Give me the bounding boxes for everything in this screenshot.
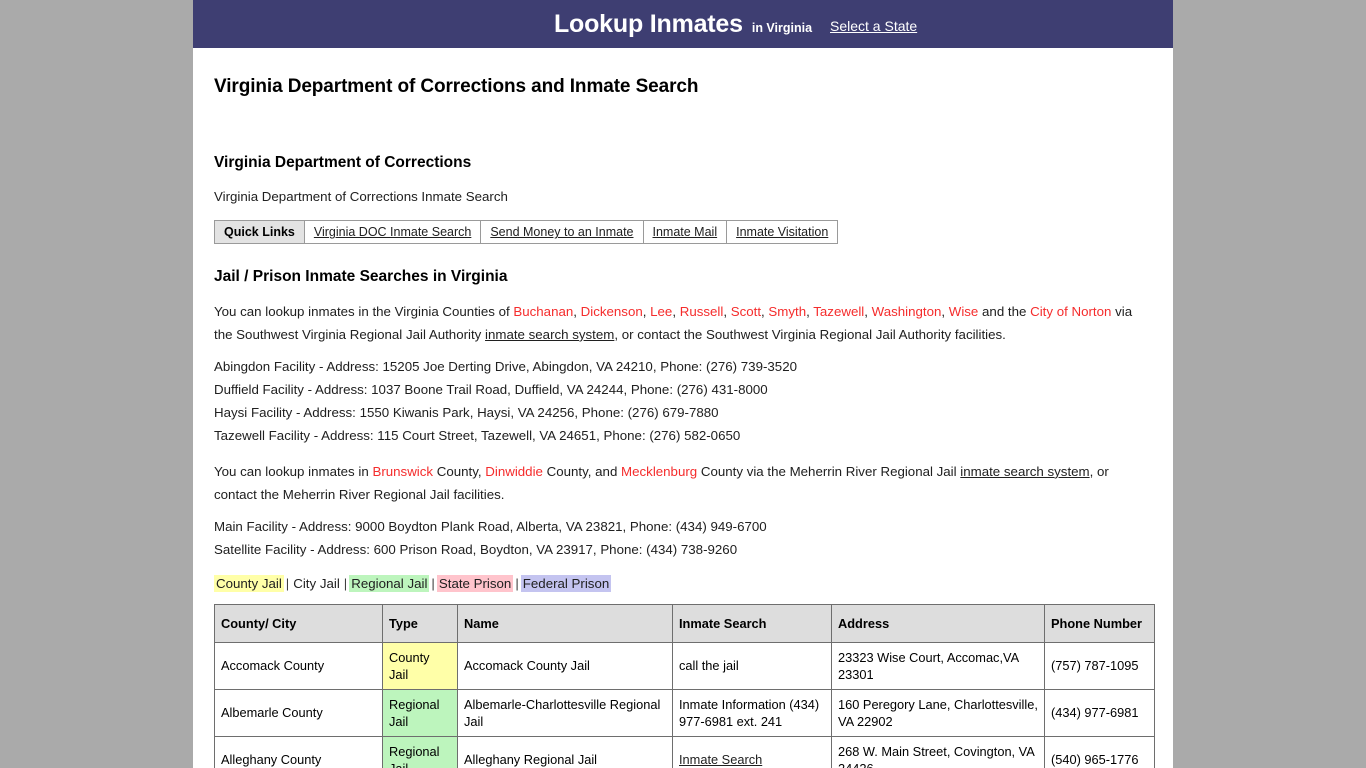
swvrja-inmate-search-system-link[interactable]: inmate search system — [485, 327, 614, 342]
column-header-county-city: County/ City — [214, 603, 383, 643]
quick-link-inmate-visitation[interactable]: Inmate Visitation — [727, 221, 837, 243]
swvrja-facility-haysi: Haysi Facility - Address: 1550 Kiwanis P… — [214, 404, 719, 420]
county-link-tazewell[interactable]: Tazewell — [813, 304, 864, 319]
cell-address: 268 W. Main Street, Covington, VA 24426 — [831, 735, 1045, 768]
swvrja-tail: , or contact the Southwest Virginia Regi… — [614, 326, 1006, 342]
county-link-buchanan[interactable]: Buchanan — [513, 304, 573, 319]
site-header: Lookup Inmates in Virginia Select a Stat… — [193, 0, 1173, 48]
county-link-brunswick[interactable]: Brunswick — [372, 464, 433, 479]
meherrin-facility-satellite: Satellite Facility - Address: 600 Prison… — [214, 541, 738, 557]
jail-type-legend: County Jail | City Jail | Regional Jail | Stat… — [214, 574, 1153, 593]
cell-inmate-search: Inmate Information (434) 977-6981 ext. 2… — [672, 688, 832, 737]
legend-city-jail: City Jail — [293, 575, 340, 591]
county-link-lee[interactable]: Lee — [650, 304, 672, 319]
brand: Lookup Inmates in Virginia — [553, 9, 813, 38]
meherrin-mid-3: County via the Meherrin River Regional J… — [697, 463, 961, 479]
cell-inmate-search: call the jail — [672, 641, 832, 690]
cell-county-city: Alleghany County — [214, 735, 383, 768]
quick-links-label: Quick Links — [215, 221, 305, 244]
swvrja-facility-list: Abingdon Facility - Address: 15205 Joe D… — [214, 355, 1153, 447]
legend-regional-jail: Regional Jail — [349, 574, 430, 592]
swvrja-mid-1: and the — [978, 303, 1031, 319]
table-row: Albemarle County Regional Jail Albemarle-C… — [214, 688, 1155, 737]
cell-type: Regional Jail — [382, 688, 458, 737]
main-content: Virginia Department of Corrections and I… — [193, 75, 1173, 768]
legend-county-jail: County Jail — [214, 574, 284, 592]
table-body: Accomack County County Jail Accomack Count… — [214, 641, 1155, 768]
cell-county-city: Accomack County — [214, 641, 383, 690]
county-link-russell[interactable]: Russell — [680, 304, 724, 319]
quick-links-bar: Quick Links Virginia DOC Inmate Search S… — [214, 220, 839, 245]
cell-type: Regional Jail — [382, 735, 458, 768]
cell-county-city: Albemarle County — [214, 688, 383, 737]
meherrin-paragraph: You can lookup inmates in Brunswick Coun… — [214, 460, 1153, 506]
city-link-norton[interactable]: City of Norton — [1030, 304, 1111, 319]
cell-name: Alleghany Regional Jail — [457, 735, 673, 768]
county-link-dinwiddie[interactable]: Dinwiddie — [485, 464, 543, 479]
meherrin-mid-2: County, and — [542, 463, 622, 479]
quick-link-inmate-mail[interactable]: Inmate Mail — [644, 221, 728, 244]
meherrin-inmate-search-system-link[interactable]: inmate search system — [960, 464, 1089, 479]
cell-address: 160 Peregory Lane, Charlottesville, VA 2… — [831, 688, 1045, 737]
column-header-name: Name — [457, 603, 673, 643]
swvrja-facility-duffield: Duffield Facility - Address: 1037 Boone … — [214, 381, 768, 397]
county-link-mecklenburg[interactable]: Mecklenburg — [621, 464, 697, 479]
county-link-dickenson[interactable]: Dickenson — [581, 304, 643, 319]
column-header-phone-number: Phone Number — [1044, 603, 1155, 643]
doc-intro-text: Virginia Department of Corrections Inmat… — [214, 189, 508, 205]
page-container: Lookup Inmates in Virginia Select a Stat… — [193, 0, 1173, 768]
legend-separator-3: | — [431, 575, 435, 591]
column-header-type: Type — [382, 603, 458, 643]
cell-phone-number: (757) 787-1095 — [1044, 641, 1155, 690]
page-title: Virginia Department of Corrections and I… — [214, 76, 699, 97]
swvrja-facility-abingdon: Abingdon Facility - Address: 15205 Joe D… — [214, 358, 797, 374]
cell-address: 23323 Wise Court, Accomac,VA 23301 — [831, 641, 1045, 690]
table-header-row: County/ City Type Name Inmate Search Add… — [214, 603, 1155, 643]
brand-title: Lookup Inmates — [553, 9, 743, 38]
meherrin-lead: You can lookup inmates in — [214, 463, 373, 479]
legend-separator-4: | — [515, 575, 519, 591]
cell-inmate-search[interactable]: Inmate Search — [672, 735, 832, 768]
cell-name: Accomack County Jail — [457, 641, 673, 690]
section-heading-jail: Jail / Prison Inmate Searches in Virgini… — [214, 268, 508, 286]
cell-phone-number: (540) 965-1776 — [1044, 735, 1155, 768]
column-header-inmate-search: Inmate Search — [672, 603, 832, 643]
jail-listing-table: County/ City Type Name Inmate Search Add… — [214, 603, 1155, 768]
cell-name: Albemarle-Charlottesville Regional Jail — [457, 688, 673, 737]
county-link-scott[interactable]: Scott — [731, 304, 761, 319]
county-link-wise[interactable]: Wise — [949, 304, 979, 319]
swvrja-facility-tazewell: Tazewell Facility - Address: 115 Court S… — [214, 427, 741, 443]
quick-link-doc-inmate-search[interactable]: Virginia DOC Inmate Search — [305, 221, 482, 244]
cell-phone-number: (434) 977-6981 — [1044, 688, 1155, 737]
column-header-address: Address — [831, 603, 1045, 643]
legend-federal-prison: Federal Prison — [520, 574, 612, 592]
meherrin-facility-main: Main Facility - Address: 9000 Boydton Pl… — [214, 518, 767, 534]
quick-link-send-money[interactable]: Send Money to an Inmate — [481, 221, 644, 244]
section-heading-doc: Virginia Department of Corrections — [214, 153, 472, 171]
legend-state-prison: State Prison — [436, 574, 514, 592]
swvrja-paragraph: You can lookup inmates in the Virginia C… — [214, 303, 1133, 342]
county-link-washington[interactable]: Washington — [872, 304, 942, 319]
county-link-smyth[interactable]: Smyth — [768, 304, 806, 319]
swvrja-lead: You can lookup inmates in the Virginia C… — [214, 303, 514, 319]
cell-type: County Jail — [382, 641, 458, 690]
brand-subtitle: in Virginia — [751, 20, 813, 35]
table-row: Accomack County County Jail Accomack Count… — [214, 641, 1155, 690]
table-row: Alleghany CountyRegional JailAlleghany R… — [214, 735, 1155, 768]
meherrin-mid-1: County, — [433, 463, 486, 479]
inmate-search-link[interactable]: Inmate Search — [679, 752, 762, 767]
select-a-state-link[interactable]: Select a State — [830, 19, 917, 33]
meherrin-facility-list: Main Facility - Address: 9000 Boydton Pl… — [214, 515, 1153, 561]
